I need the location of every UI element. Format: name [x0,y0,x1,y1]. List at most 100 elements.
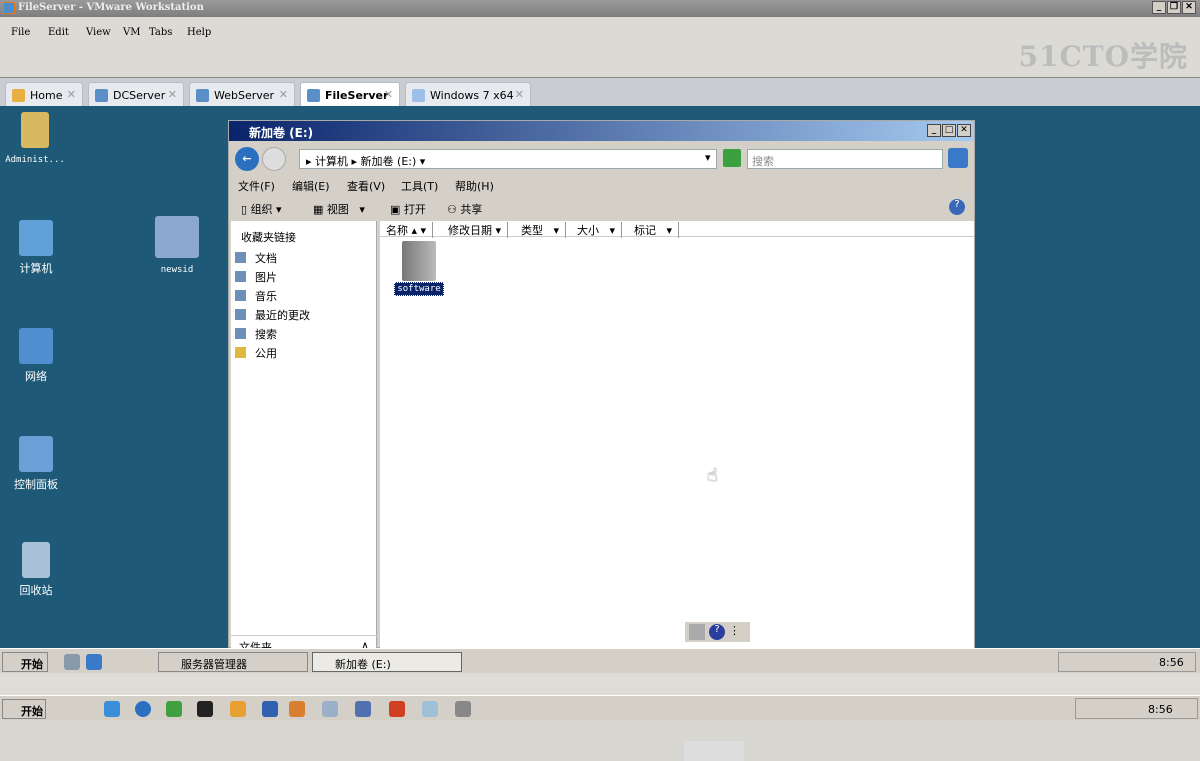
app-icon[interactable] [289,701,305,717]
help-icon[interactable]: ? [709,624,725,640]
tab-label: FileServer [325,89,389,102]
menu-tabs[interactable]: Tabs [149,27,172,38]
close-tab-icon[interactable]: ✕ [384,88,393,101]
column-modified[interactable]: 修改日期 ▾ [448,222,509,238]
server-manager-quick-icon[interactable] [64,654,80,670]
menu-file[interactable]: File [11,27,30,38]
system-tray: 8:56 [1058,652,1196,672]
status-tools [684,741,744,761]
menu-edit[interactable]: Edit [48,27,69,38]
hand-cursor-icon: ☝ [707,465,718,486]
search-icon[interactable] [948,148,968,168]
maximize-button[interactable]: □ [942,124,956,137]
guest-start-button[interactable]: 开始 [2,652,48,672]
menu-view[interactable]: 查看(V) [347,178,385,194]
file-list: 名称 ▴ ▾ 修改日期 ▾ 类型 ▾ 大小 ▾ 标记 ▾ software [380,221,974,761]
browser-icon[interactable] [135,701,151,717]
refresh-icon[interactable] [723,149,741,167]
open-button[interactable]: ▣ 打开 [390,201,426,217]
close-tab-icon[interactable]: ✕ [515,88,524,101]
minimize-button[interactable]: _ [927,124,941,137]
tab-fileserver[interactable]: FileServer ✕ [300,82,400,107]
show-desktop-icon[interactable] [86,654,102,670]
column-type[interactable]: 类型 ▾ [521,222,567,238]
ie-green-icon[interactable] [166,701,182,717]
desktop-icon-administrator[interactable]: Administ... [0,112,70,165]
taskbar-explorer[interactable]: 新加卷 (E:) [312,652,462,672]
favorite-music[interactable]: 音乐 [235,288,277,304]
menu-help[interactable]: Help [187,27,211,38]
help-icon[interactable]: ? [949,199,965,215]
host-start-button[interactable]: 开始 [2,699,46,719]
tab-label: WebServer [214,89,275,102]
ie-icon[interactable] [104,701,120,717]
favorite-documents[interactable]: 文档 [235,250,277,266]
share-button[interactable]: ⚇ 共享 [447,201,482,217]
minimize-button[interactable]: _ [1152,1,1166,14]
music-icon [235,290,246,301]
app-icon[interactable] [455,701,471,717]
desktop-icon-recycle-bin[interactable]: 回收站 [1,542,71,598]
taskbar-server-manager[interactable]: 服务器管理器 [158,652,308,672]
navigation-bar: ← ▸ 计算机 ▸ 新加卷 (E:) ▾ ▾ 搜索 [229,143,974,173]
close-tab-icon[interactable]: ✕ [168,88,177,101]
menu-vm[interactable]: VM [123,27,140,38]
vm-icon [412,89,425,102]
menu-tools[interactable]: 工具(T) [401,178,438,194]
column-tags[interactable]: 标记 ▾ [634,222,680,238]
menu-view[interactable]: View [86,27,111,38]
close-button[interactable]: ✕ [1182,1,1196,14]
more-icon[interactable]: ⋮ [729,624,740,640]
search-folder-icon [235,328,246,339]
tab-webserver[interactable]: WebServer ✕ [189,82,295,107]
views-label: 视图 [326,203,349,216]
close-button[interactable]: ✕ [957,124,971,137]
views-button[interactable]: ▦ 视图 ▾ [313,201,365,217]
recycle-bin-icon [22,542,50,578]
favorite-pictures[interactable]: 图片 [235,269,277,285]
desktop-icon-computer[interactable]: 计算机 [1,220,71,276]
favorite-public[interactable]: 公用 [235,345,277,361]
qq-icon[interactable] [197,701,213,717]
keyboard-icon[interactable] [689,624,705,640]
menu-edit[interactable]: 编辑(E) [292,178,330,194]
folder-icon[interactable] [322,701,338,717]
tab-home[interactable]: Home ✕ [5,82,83,107]
search-input[interactable]: 搜索 [747,149,943,169]
organize-button[interactable]: ▯ 组织 ▾ [241,201,282,217]
powerpoint-icon[interactable] [389,701,405,717]
restore-button[interactable]: ❐ [1167,1,1181,14]
app-icon[interactable] [230,701,246,717]
breadcrumb-volume[interactable]: 新加卷 (E:) [361,155,417,168]
pictures-icon [235,271,246,282]
start-label: 开始 [21,705,43,718]
column-size[interactable]: 大小 ▾ [577,222,623,238]
tab-windows7[interactable]: Windows 7 x64 ✕ [405,82,531,107]
column-headers: 名称 ▴ ▾ 修改日期 ▾ 类型 ▾ 大小 ▾ 标记 ▾ [380,221,974,238]
folders-toggle[interactable]: 文件夹 ∧ [231,635,377,649]
column-name[interactable]: 名称 ▴ ▾ [386,222,434,238]
app-icon[interactable] [422,701,438,717]
close-tab-icon[interactable]: ✕ [279,88,288,101]
forward-button[interactable] [262,147,286,171]
media-icon[interactable] [262,701,278,717]
favorite-search[interactable]: 搜索 [235,326,277,342]
menu-help[interactable]: 帮助(H) [455,178,494,194]
breadcrumb-computer[interactable]: 计算机 [315,155,348,168]
address-dropdown-icon[interactable]: ▾ [705,151,711,164]
desktop-icon-network[interactable]: 网络 [1,328,71,384]
vm-icon [95,89,108,102]
app-icon[interactable] [355,701,371,717]
tab-dcserver[interactable]: DCServer ✕ [88,82,184,107]
close-tab-icon[interactable]: ✕ [67,88,76,101]
favorite-recent-changes[interactable]: 最近的更改 [235,307,310,323]
back-button[interactable]: ← [235,147,259,171]
menu-file[interactable]: 文件(F) [238,178,275,194]
desktop-icon-newsid[interactable]: newsid [142,216,212,275]
share-label: 共享 [460,203,483,216]
favorite-label: 最近的更改 [255,309,310,322]
address-bar[interactable]: ▸ 计算机 ▸ 新加卷 (E:) ▾ [299,149,717,169]
clock: 8:56 [1148,703,1173,716]
folder-software[interactable]: software [394,241,444,296]
desktop-icon-control-panel[interactable]: 控制面板 [1,436,71,492]
